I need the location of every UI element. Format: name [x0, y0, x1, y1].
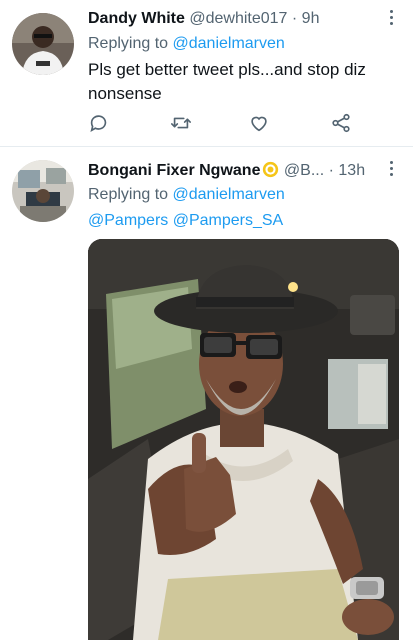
tweet-actions: [88, 112, 388, 136]
replying-to-line: Replying to @danielmarven: [88, 184, 285, 206]
display-name[interactable]: Dandy White: [88, 10, 185, 27]
tweet-card[interactable]: Bongani Fixer Ngwane @B... · 13h Replyin…: [0, 147, 413, 640]
user-avatar[interactable]: [12, 160, 74, 222]
tweet-header: Dandy White @dewhite017 · 9h: [88, 8, 383, 30]
replying-to-line: Replying to @danielmarven: [88, 33, 285, 55]
timestamp[interactable]: 9h: [302, 10, 320, 27]
user-handle[interactable]: @B...: [284, 162, 324, 179]
separator-dot: ·: [328, 162, 334, 179]
more-options-icon[interactable]: [387, 161, 395, 179]
tweet-header: Bongani Fixer Ngwane @B... · 13h: [88, 160, 383, 182]
mentions-link[interactable]: @Pampers @Pampers_SA: [88, 210, 283, 232]
display-name[interactable]: Bongani Fixer Ngwane: [88, 162, 260, 179]
like-icon[interactable]: [248, 112, 272, 136]
timestamp[interactable]: 13h: [338, 162, 365, 179]
separator-dot: ·: [291, 10, 298, 27]
tweet-card[interactable]: Dandy White @dewhite017 · 9h Replying to…: [0, 0, 413, 146]
replying-to-link[interactable]: @danielmarven: [173, 186, 285, 203]
user-handle[interactable]: @dewhite017: [189, 10, 287, 27]
reply-icon[interactable]: [88, 112, 112, 136]
share-icon[interactable]: [330, 112, 354, 136]
replying-prefix: Replying to: [88, 186, 169, 203]
gold-badge-icon: [262, 161, 279, 178]
replying-to-link[interactable]: @danielmarven: [173, 35, 285, 52]
user-avatar[interactable]: [12, 13, 74, 75]
retweet-icon[interactable]: [170, 112, 194, 136]
tweet-text: Pls get better tweet pls...and stop diz …: [88, 60, 366, 103]
replying-prefix: Replying to: [88, 35, 169, 52]
video-thumbnail[interactable]: [88, 239, 399, 640]
more-options-icon[interactable]: [387, 10, 395, 28]
